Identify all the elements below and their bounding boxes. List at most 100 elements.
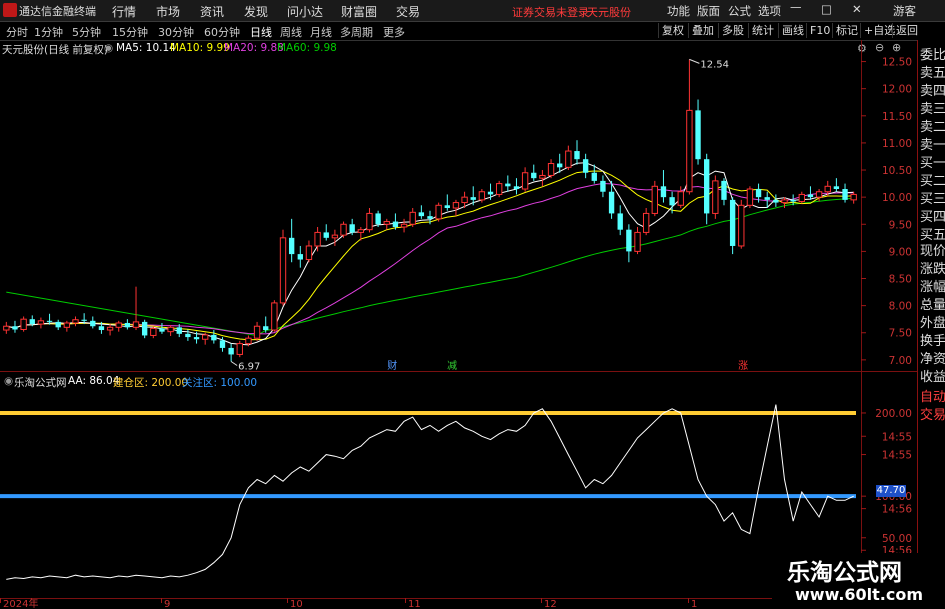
price-tick-label: 7.00 [889,355,912,367]
panel-sell2[interactable]: 卖二 [920,116,945,135]
candle-body-down [557,163,563,168]
panel-sell4[interactable]: 卖四 [920,80,945,99]
candle-body-down [323,232,329,238]
watermark-title: 乐淘公式网 [787,560,902,586]
quote-side-panel: 委比 卖五 卖四 卖三 卖二 卖一 买一 买二 买三 买四 买五 现价 涨跌 涨… [917,40,945,609]
candle-body-up [400,223,408,228]
candle-body-up [271,302,278,331]
candle-body-down [444,205,450,208]
candle-body-up [72,319,79,324]
candle-body-up [521,172,529,190]
candle-body-down [764,197,770,200]
candle-body-up [651,185,658,214]
panel-buy1[interactable]: 买一 [920,152,945,171]
event-marker: 涨 [738,360,748,372]
candle-body-down [55,321,61,328]
price-tick-label: 12.50 [882,57,912,69]
candle-body-up [357,229,365,233]
candle-body-up [435,204,442,220]
price-tick-label: 12.00 [882,84,912,96]
candle-body-down [591,172,597,181]
sub-tick-label: 50.00 [882,533,912,545]
candle-body-up [150,327,157,336]
price-tick-label: 9.50 [889,219,912,231]
panel-sell3[interactable]: 卖三 [920,98,945,117]
price-tick-label: 9.00 [889,246,912,258]
candle-body-down [141,321,148,336]
candle-body-down [418,212,425,217]
candle-body-down [617,213,623,230]
candle-body-down [392,221,399,227]
panel-price: 现价 [920,244,945,259]
candle-body-down [176,327,182,334]
candle-body-down [487,191,494,195]
candlestick-series [3,59,857,362]
candle-body-up [539,174,546,179]
high-label: 12.54 [700,59,729,70]
price-tick-label: 11.00 [882,138,912,150]
candle-body-up [824,185,831,193]
candle-body-up [132,321,140,328]
candle-body-down [531,172,537,179]
sub-chart-title: 乐淘公式网 [14,377,67,389]
price-tick-label: 8.00 [889,301,912,313]
build-zone-label: 建仓区: 200.00 [113,377,189,389]
candle-body-up [452,202,460,209]
candle-body-up [850,193,857,201]
chart-canvas[interactable]: 12.50 12.00 11.50 11.00 10.50 10.00 9.50 9.00 8.… [0,0,945,609]
date-tick-label: 11 [408,599,421,609]
panel-sell1[interactable]: 卖一 [920,134,945,153]
candle-body-up [236,343,243,355]
candle-body-down [626,229,632,252]
candle-body-down [46,320,53,322]
candle-body-up [115,322,122,328]
candle-body-up [366,212,373,231]
sub-indicator-toggle-icon[interactable]: ◉ [4,375,13,387]
candle-body-down [842,189,848,200]
panel-buy4[interactable]: 买四 [920,206,945,225]
panel-sell5[interactable]: 卖五 [920,62,945,81]
candle-body-down [669,197,675,206]
candle-body-up [245,337,252,345]
candle-body-down [185,333,191,338]
candle-body-up [409,211,416,225]
date-tick-label: 2024年 [3,597,38,609]
candle-body-up [167,326,174,333]
candle-body-up [565,150,572,168]
candle-body-down [219,340,226,348]
sub-tick-label: 14:55 [882,450,912,462]
panel-buy2[interactable]: 买二 [920,170,945,189]
candle-body-up [37,320,45,325]
candle-body-down [729,199,736,246]
date-tick-label: 10 [290,599,303,609]
low-pointer [230,361,238,366]
candle-body-down [470,197,476,200]
candle-body-up [798,193,805,202]
candle-body-down [755,189,762,198]
sub-tick-label: 14:55 [882,431,912,443]
candle-body-down [660,186,667,198]
panel-buy3[interactable]: 买三 [920,188,945,207]
aa-label: AA: 86.04 [68,375,120,387]
candle-body-down [288,237,295,255]
candle-body-up [738,204,745,247]
ma20-line [6,182,854,335]
panel-auto-trade[interactable]: 自动 [920,386,945,405]
high-pointer [689,58,700,64]
candle-body-up [20,318,27,330]
panel-change: 涨跌 [920,262,945,277]
candle-body-up [314,231,321,247]
price-tick-label: 10.50 [882,165,912,177]
candle-body-up [815,191,823,198]
price-tick-label: 10.00 [882,192,912,204]
candle-body-up [331,234,339,239]
candle-body-up [3,325,10,331]
panel-trade[interactable]: 交易 [920,404,945,423]
candle-body-up [202,334,209,340]
candle-body-down [98,326,105,331]
candle-body-down [159,328,165,332]
candle-body-up [383,221,390,225]
watch-zone-label: 关注区: 100.00 [182,377,258,389]
candle-body-up [746,188,754,206]
candle-body-up [253,325,261,339]
